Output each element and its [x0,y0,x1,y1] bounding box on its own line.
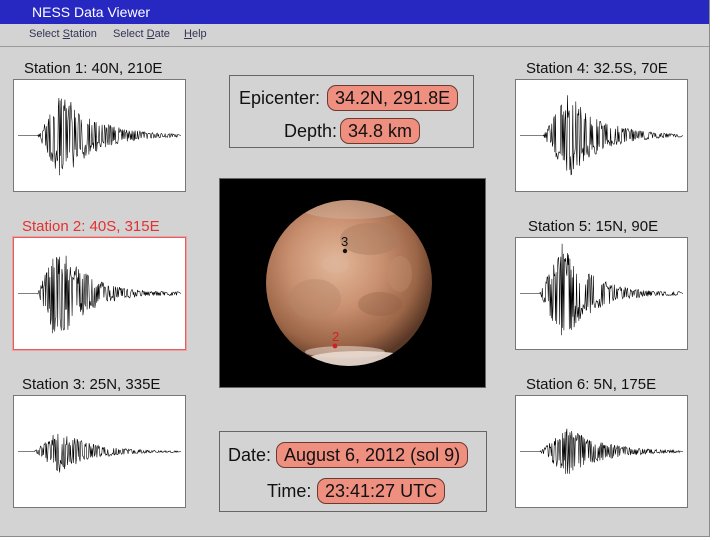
seismogram-trace [18,97,182,176]
menu-help[interactable]: Help [184,28,207,40]
date-label: Date: [228,445,272,465]
time-value: 23:41:27 UTC [317,478,446,504]
menu-mnemonic: D [146,28,155,40]
station-4-label: Station 4: 32.5S, 70E [526,60,668,77]
menu-mnemonic: S [62,28,70,40]
seismogram-trace [18,255,182,334]
seismogram-line [18,97,182,176]
depth-label: Depth: [284,121,338,141]
menu-text: Select [113,28,147,40]
window-title: NESS Data Viewer [32,4,151,20]
seismogram-line [18,255,182,334]
station-2-seismogram[interactable] [13,237,186,350]
station-5-seismogram[interactable] [515,237,688,350]
seismogram-line [520,428,684,474]
station-3-marker [342,248,348,254]
event-time-box: Date: August 6, 2012 (sol 9) Time: 23:41… [219,431,487,512]
epicenter-info-box: Epicenter: 34.2N, 291.8E Depth: 34.8 km [229,75,474,148]
station-5-label: Station 5: 15N, 90E [528,218,659,235]
menu-select-date[interactable]: Select Date [113,28,170,40]
menu-text: Select [29,28,63,40]
seismogram-trace [520,243,684,336]
seismogram-trace [520,428,684,474]
station-2-marker [332,343,338,349]
ness-data-viewer-window: NESS Data Viewer Select Station Select D… [0,0,710,537]
station-3-marker-label: 3 [341,234,349,249]
epicenter-label: Epicenter: [239,88,321,108]
seismogram-line [18,433,182,473]
station-3-seismogram[interactable] [13,395,186,508]
menu-bar: Select Station Select Date Help [0,24,709,47]
seismogram-line [520,95,684,176]
station-1-seismogram[interactable] [13,79,186,192]
station-6-seismogram[interactable] [515,395,688,508]
epicenter-value: 34.2N, 291.8E [327,85,459,111]
menu-select-station[interactable]: Select Station [29,28,97,40]
title-bar[interactable]: NESS Data Viewer [0,0,709,24]
depth-value: 34.8 km [340,118,421,144]
time-label: Time: [267,481,312,501]
seismogram-trace [18,433,182,473]
station-3-label: Station 3: 25N, 335E [22,376,161,393]
menu-mnemonic: H [184,28,192,40]
menu-text: tation [69,28,97,40]
seismogram-trace [520,95,684,176]
mars-globe-view[interactable]: 3 2 [219,178,486,388]
menu-text: ate [154,28,170,40]
date-value: August 6, 2012 (sol 9) [276,442,469,468]
seismogram-line [520,243,684,336]
station-4-seismogram[interactable] [515,79,688,192]
mars-globe [266,200,432,366]
station-6-label: Station 6: 5N, 175E [526,376,657,393]
station-1-label: Station 1: 40N, 210E [24,60,163,77]
station-2-marker-label: 2 [332,329,340,344]
station-2-label: Station 2: 40S, 315E [22,218,160,235]
menu-text: elp [191,28,207,40]
